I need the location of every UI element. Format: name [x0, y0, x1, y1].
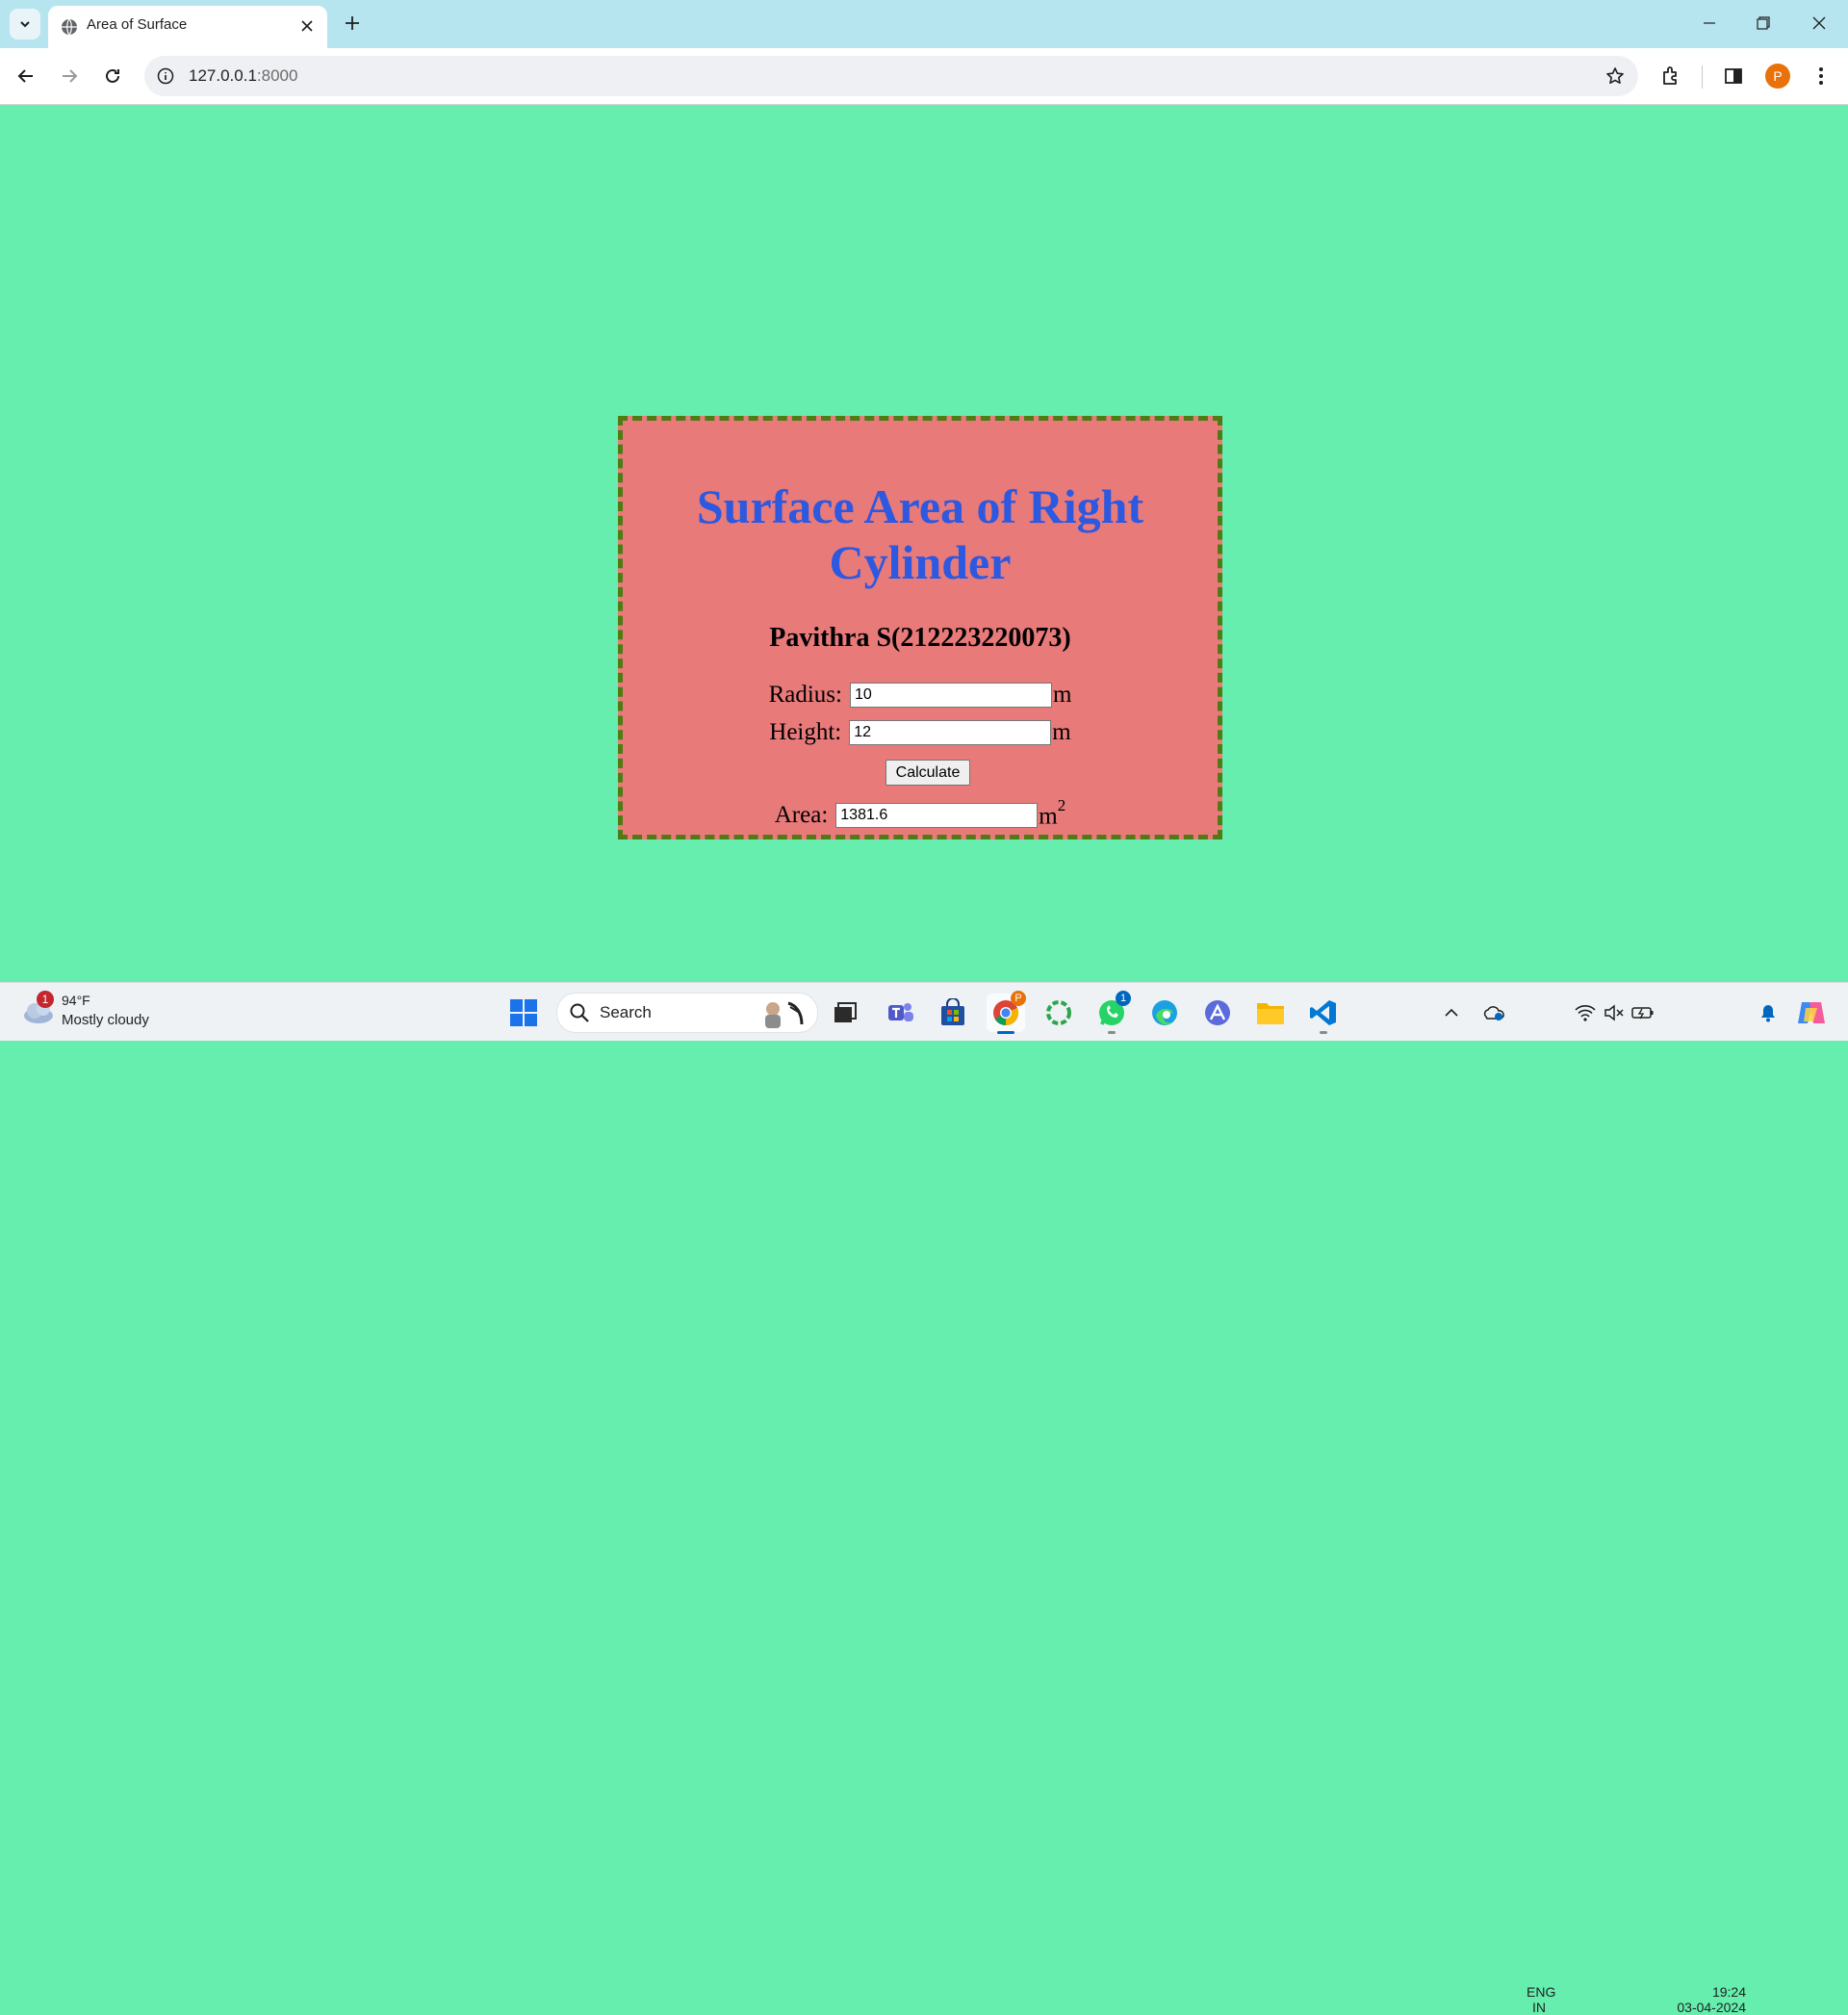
- area-unit-exponent: 2: [1057, 796, 1066, 814]
- radius-input[interactable]: [849, 683, 1052, 708]
- url-host: 127.0.0.1: [189, 66, 257, 85]
- area-unit: m2: [1039, 796, 1065, 830]
- calculator-card: Surface Area of Right Cylinder Pavithra …: [618, 416, 1222, 840]
- language-region: IN: [1532, 2000, 1546, 2015]
- arc-app-icon[interactable]: [1198, 994, 1237, 1032]
- more-menu-icon[interactable]: [1806, 61, 1836, 91]
- clock-date: 03-04-2024: [1677, 2000, 1746, 2015]
- edge-icon[interactable]: [1145, 994, 1184, 1032]
- battery-icon[interactable]: [1629, 994, 1657, 1032]
- language-indicator[interactable]: ENG IN: [1527, 1984, 1555, 2015]
- notification-bell-icon[interactable]: [1754, 994, 1783, 1032]
- onedrive-icon[interactable]: [1478, 994, 1509, 1032]
- restore-icon[interactable]: [1744, 8, 1783, 39]
- area-output[interactable]: [835, 802, 1039, 828]
- site-info-icon[interactable]: [154, 65, 177, 88]
- radius-unit: m: [1052, 682, 1072, 708]
- browser-toolbar: 127.0.0.1:8000: [0, 48, 1848, 105]
- clock[interactable]: 19:24 03-04-2024: [1673, 1984, 1746, 2015]
- extensions-icon[interactable]: [1656, 61, 1686, 91]
- chrome-profile-badge: P: [1011, 991, 1026, 1006]
- height-label: Height:: [769, 719, 842, 745]
- reload-icon[interactable]: [97, 61, 128, 91]
- back-icon[interactable]: [11, 61, 41, 91]
- radius-label: Radius:: [768, 682, 842, 708]
- bookmark-star-icon[interactable]: [1604, 65, 1627, 88]
- height-row: Height: m: [623, 719, 1218, 746]
- vscode-icon[interactable]: [1304, 994, 1343, 1032]
- weather-alert-badge: 1: [37, 991, 54, 1008]
- toolbar-divider: [1702, 65, 1703, 89]
- forward-icon[interactable]: [54, 61, 85, 91]
- height-input[interactable]: [849, 720, 1052, 745]
- area-unit-base: m: [1039, 803, 1058, 830]
- profile-avatar[interactable]: P: [1765, 64, 1790, 89]
- minimize-icon[interactable]: [1690, 8, 1729, 39]
- whatsapp-notification-badge: 1: [1116, 991, 1131, 1006]
- globe-icon: [62, 18, 77, 36]
- file-explorer-icon[interactable]: [1251, 994, 1290, 1032]
- browser-tab[interactable]: Area of Surface: [48, 6, 327, 48]
- loading-circle-app-icon[interactable]: [1040, 994, 1078, 1032]
- area-row: Area: m2: [623, 796, 1218, 830]
- microsoft-store-icon[interactable]: [934, 994, 972, 1032]
- language-code: ENG: [1527, 1984, 1556, 2000]
- taskbar: 1 94°F Mostly cloudy Search P 1 ENG IN 1…: [0, 982, 1848, 2015]
- side-panel-icon[interactable]: [1718, 61, 1749, 91]
- wifi-icon[interactable]: [1571, 994, 1600, 1032]
- search-icon: [570, 1003, 589, 1022]
- search-highlight-illustration: [765, 1001, 804, 1028]
- windows-start-icon[interactable]: [504, 994, 543, 1032]
- tab-title: Area of Surface: [87, 16, 188, 33]
- taskbar-search[interactable]: Search: [556, 993, 818, 1033]
- url-port: :8000: [256, 66, 298, 85]
- teams-icon[interactable]: [882, 994, 920, 1032]
- height-unit: m: [1052, 719, 1071, 745]
- whatsapp-running-indicator: [1108, 1031, 1116, 1034]
- copilot-icon[interactable]: [1792, 994, 1831, 1032]
- author-name: Pavithra S(212223220073): [769, 623, 1071, 653]
- url-text: 127.0.0.1:8000: [189, 66, 297, 86]
- page-title: Surface Area of Right Cylinder: [696, 479, 1144, 589]
- tab-strip: Area of Surface: [0, 0, 1848, 48]
- weather-temperature[interactable]: 94°F: [62, 993, 90, 1008]
- address-bar[interactable]: 127.0.0.1:8000: [144, 56, 1638, 96]
- search-placeholder: Search: [600, 1003, 652, 1021]
- chevron-down-icon: [20, 21, 30, 28]
- task-view-icon[interactable]: [826, 994, 864, 1032]
- close-window-icon[interactable]: [1800, 8, 1838, 39]
- chrome-active-indicator: [997, 1031, 1014, 1034]
- clock-time: 19:24: [1711, 1984, 1746, 2000]
- chevron-up-icon[interactable]: [1438, 994, 1465, 1032]
- close-tab-icon[interactable]: [296, 15, 318, 37]
- vscode-running-indicator: [1320, 1031, 1327, 1034]
- weather-description[interactable]: Mostly cloudy: [62, 1012, 149, 1028]
- area-label: Area:: [774, 801, 829, 828]
- new-tab-icon[interactable]: [339, 10, 366, 37]
- volume-muted-icon[interactable]: [1600, 994, 1629, 1032]
- tab-search-button[interactable]: [10, 9, 40, 39]
- radius-row: Radius: m: [623, 682, 1218, 709]
- calculate-button[interactable]: Calculate: [886, 760, 970, 786]
